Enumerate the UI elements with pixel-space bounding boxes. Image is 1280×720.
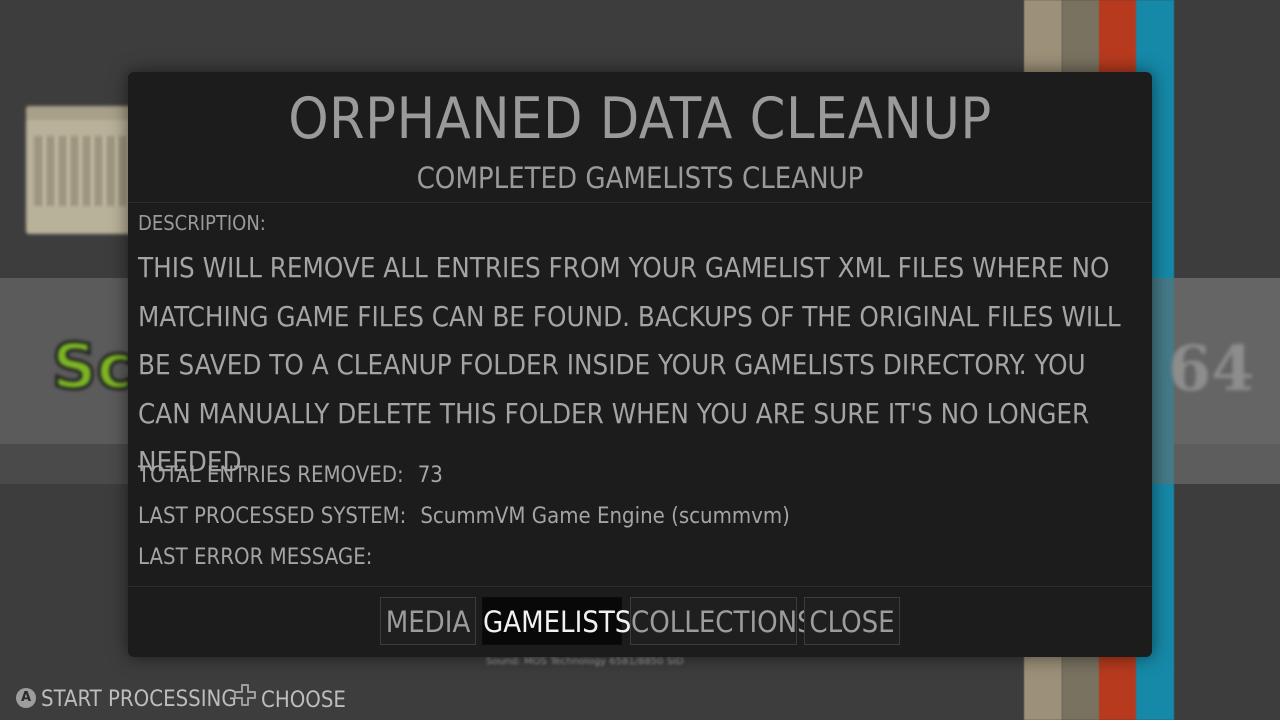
background-system-logo-right: 64 bbox=[1168, 332, 1255, 405]
collections-button[interactable]: COLLECTIONS bbox=[630, 597, 814, 645]
background-computer-image bbox=[26, 106, 136, 234]
total-entries-label: TOTAL ENTRIES REMOVED: bbox=[138, 463, 404, 488]
help-choose-label: CHOOSE bbox=[261, 688, 346, 713]
total-entries-value: 73 bbox=[417, 463, 443, 488]
help-start-processing: A START PROCESSING bbox=[16, 686, 237, 714]
total-entries-row: TOTAL ENTRIES REMOVED: 73 bbox=[138, 462, 443, 490]
divider-top bbox=[128, 202, 1152, 203]
description-text: THIS WILL REMOVE ALL ENTRIES FROM YOUR G… bbox=[138, 252, 1121, 478]
dialog-title: ORPHANED DATA CLEANUP bbox=[288, 86, 992, 152]
help-choose: CHOOSE bbox=[234, 684, 346, 714]
last-system-label: LAST PROCESSED SYSTEM: bbox=[138, 504, 407, 529]
background-system-logo: Sc bbox=[50, 329, 134, 405]
background-sound-info: Sound: MOS Technology 6581/8850 SID bbox=[486, 656, 684, 667]
gamelists-button[interactable]: GAMELISTS bbox=[482, 597, 631, 645]
last-system-row: LAST PROCESSED SYSTEM: ScummVM Game Engin… bbox=[138, 503, 790, 531]
divider-bottom bbox=[128, 586, 1152, 587]
dpad-icon bbox=[234, 684, 256, 714]
dialog-subtitle: COMPLETED GAMELISTS CLEANUP bbox=[416, 161, 864, 195]
last-error-row: LAST ERROR MESSAGE: bbox=[138, 544, 386, 572]
a-button-icon: A bbox=[16, 688, 36, 708]
media-button[interactable]: MEDIA bbox=[380, 597, 476, 645]
last-error-label: LAST ERROR MESSAGE: bbox=[138, 545, 373, 570]
help-start-processing-label: START PROCESSING bbox=[41, 687, 237, 712]
description-label: DESCRIPTION: bbox=[138, 211, 266, 235]
close-button[interactable]: CLOSE bbox=[804, 597, 900, 645]
screen: Sc 64 Sound: MOS Technology 6581/8850 SI… bbox=[0, 0, 1280, 720]
cleanup-dialog: ORPHANED DATA CLEANUP COMPLETED GAMELIST… bbox=[128, 72, 1152, 657]
last-system-value: ScummVM Game Engine (scummvm) bbox=[420, 504, 790, 529]
